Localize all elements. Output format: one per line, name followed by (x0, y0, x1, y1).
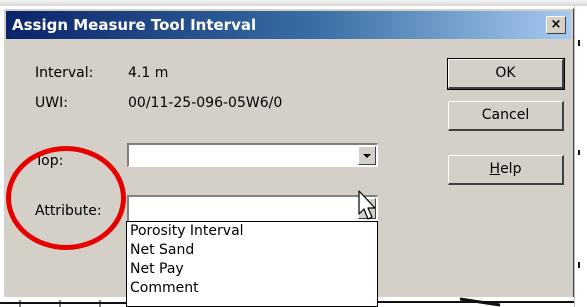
ok-button[interactable]: OK (447, 58, 565, 90)
uwi-value: 00/11-25-096-05W6/0 (128, 95, 283, 111)
mouse-pointer-icon (358, 190, 376, 220)
background-window-edge (574, 6, 587, 307)
attribute-combobox[interactable] (127, 195, 378, 222)
highlight-circle (6, 146, 126, 250)
background-mark (578, 40, 580, 46)
dropdown-option-porosity-interval[interactable]: Porosity Interval (127, 222, 377, 241)
title-bar: Assign Measure Tool Interval × (6, 11, 571, 39)
dropdown-option-net-sand[interactable]: Net Sand (127, 241, 377, 260)
background-window-strip (0, 0, 587, 6)
close-icon: × (550, 17, 562, 32)
top-dropdown-button[interactable] (358, 146, 376, 165)
top-combobox[interactable] (127, 143, 378, 167)
help-button[interactable]: Help (448, 155, 564, 185)
cancel-button[interactable]: Cancel (448, 101, 564, 131)
chevron-down-icon (363, 154, 371, 158)
dropdown-option-net-pay[interactable]: Net Pay (127, 260, 377, 279)
close-button[interactable]: × (546, 16, 566, 34)
help-mnemonic: H (489, 161, 501, 177)
interval-label: Interval: (35, 65, 94, 81)
dropdown-option-comment[interactable]: Comment (127, 279, 377, 298)
uwi-label: UWI: (35, 95, 68, 111)
background-mark (578, 150, 580, 155)
background-mark (578, 262, 580, 268)
dialog-title: Assign Measure Tool Interval (12, 16, 257, 34)
interval-value: 4.1 m (128, 65, 169, 81)
help-label-rest: elp (500, 161, 522, 177)
attribute-dropdown-list: Porosity Interval Net Sand Net Pay Comme… (126, 221, 378, 307)
